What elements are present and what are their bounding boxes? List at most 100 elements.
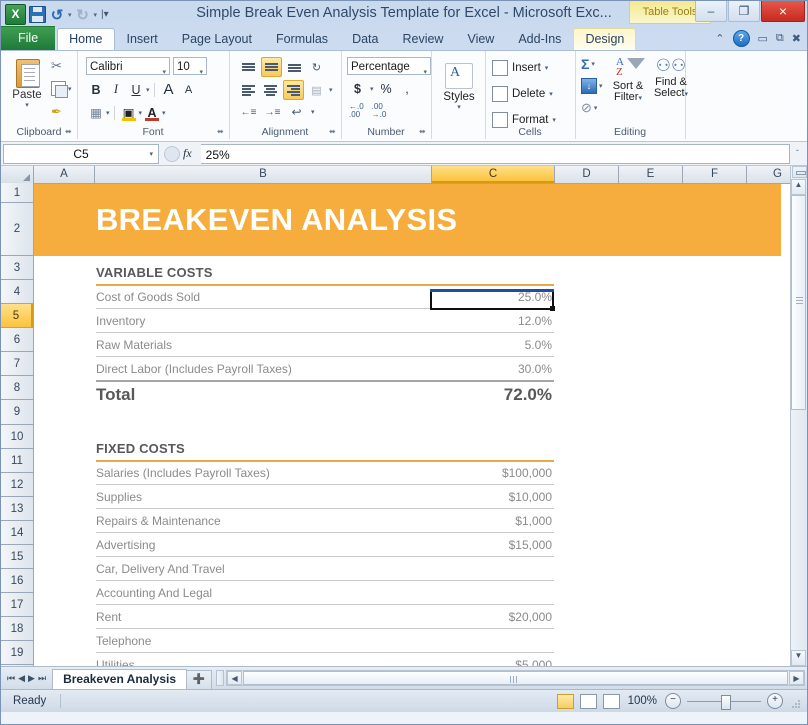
underline-button[interactable]: U xyxy=(126,80,146,99)
column-header-e[interactable]: E xyxy=(619,166,683,183)
grow-font-button[interactable]: A xyxy=(159,80,179,99)
row-header-1[interactable]: 1 xyxy=(1,183,33,203)
delete-caret-icon[interactable]: ▾ xyxy=(549,90,553,98)
expand-formula-bar-icon[interactable]: ˇ xyxy=(790,149,805,158)
minimize-ribbon-icon[interactable]: ⌃ xyxy=(715,32,724,45)
scroll-right-button[interactable]: ▶ xyxy=(789,671,804,685)
sort-filter-caret-icon[interactable]: ▾ xyxy=(638,95,642,102)
zoom-out-button[interactable]: − xyxy=(665,693,681,709)
decrease-indent-button[interactable]: ←≡ xyxy=(239,103,258,121)
minimize-button[interactable]: – xyxy=(695,1,727,22)
cell-label-utilities[interactable]: Utilities xyxy=(96,658,135,666)
cell-value-inventory[interactable]: 12.0% xyxy=(414,314,552,328)
cell-value-rent[interactable]: $20,000 xyxy=(414,610,552,624)
insert-caret-icon[interactable]: ▾ xyxy=(545,64,549,72)
page-layout-view-icon[interactable] xyxy=(580,694,597,709)
next-sheet-button[interactable]: ▶ xyxy=(28,673,35,684)
row-header-4[interactable]: 4 xyxy=(1,280,33,304)
autosum-icon[interactable]: Σ xyxy=(581,56,589,72)
styles-caret-icon[interactable]: ▾ xyxy=(439,103,479,111)
cell-label-advertising[interactable]: Advertising xyxy=(96,538,155,552)
font-name-input[interactable]: Calibri ▾ xyxy=(86,57,170,75)
select-all-corner[interactable] xyxy=(1,166,34,183)
format-caret-icon[interactable]: ▾ xyxy=(552,116,556,124)
clipboard-dialog-launcher[interactable]: ⬌ xyxy=(65,127,74,136)
zoom-slider[interactable] xyxy=(687,701,761,702)
accounting-caret-icon[interactable]: ▾ xyxy=(370,85,374,93)
column-header-d[interactable]: D xyxy=(555,166,619,183)
row-header-9[interactable]: 9 xyxy=(1,400,33,425)
cell-label-rent[interactable]: Rent xyxy=(96,610,121,624)
insert-function-icon[interactable]: fx xyxy=(183,146,196,161)
cell-label-raw-materials[interactable]: Raw Materials xyxy=(96,338,172,352)
resize-grip-icon[interactable] xyxy=(791,696,801,706)
merge-caret-icon[interactable]: ▾ xyxy=(329,86,333,94)
row-header-5[interactable]: 5 xyxy=(1,304,33,328)
wrap-text-button[interactable]: ↩ xyxy=(287,103,306,121)
cell-label-direct-labor[interactable]: Direct Labor (Includes Payroll Taxes) xyxy=(96,362,292,376)
zoom-level[interactable]: 100% xyxy=(626,695,659,707)
vertical-split-handle[interactable] xyxy=(792,166,807,178)
cell-label-repairs[interactable]: Repairs & Maintenance xyxy=(96,514,221,528)
tab-page-layout[interactable]: Page Layout xyxy=(170,28,264,50)
vertical-scroll-thumb[interactable] xyxy=(791,195,806,410)
column-header-a[interactable]: A xyxy=(34,166,95,183)
paste-caret-icon[interactable]: ▾ xyxy=(5,101,49,109)
row-header-14[interactable]: 14 xyxy=(1,521,33,545)
number-format-caret-icon[interactable]: ▾ xyxy=(423,64,427,82)
clear-caret-icon[interactable]: ▾ xyxy=(594,104,598,112)
tab-home[interactable]: Home xyxy=(57,28,114,50)
formula-input[interactable]: 25% xyxy=(201,144,790,164)
tab-add-ins[interactable]: Add-Ins xyxy=(506,28,573,50)
delete-cells-button[interactable]: Delete ▾ xyxy=(492,84,553,103)
cell-value-repairs[interactable]: $1,000 xyxy=(414,514,552,528)
last-sheet-button[interactable]: ⏭ xyxy=(38,673,46,684)
fill-handle[interactable] xyxy=(550,306,555,311)
cell-label-salaries[interactable]: Salaries (Includes Payroll Taxes) xyxy=(96,466,270,480)
row-header-15[interactable]: 15 xyxy=(1,545,33,569)
restore-window-icon[interactable]: ⧉ xyxy=(776,32,784,45)
underline-caret-icon[interactable]: ▾ xyxy=(146,86,150,94)
shrink-font-button[interactable]: A xyxy=(179,80,199,99)
cut-icon[interactable]: ✂ xyxy=(51,58,62,74)
zoom-slider-thumb[interactable] xyxy=(721,695,731,710)
tab-design[interactable]: Design xyxy=(573,28,636,50)
restore-down-icon[interactable]: ▭ xyxy=(758,32,768,45)
scroll-down-button[interactable]: ▼ xyxy=(791,650,806,666)
increase-indent-button[interactable]: →≡ xyxy=(263,103,282,121)
first-sheet-button[interactable]: ⏮ xyxy=(7,673,15,684)
find-and-select-button[interactable]: ⚇⚇ Find & Select▾ xyxy=(649,56,693,100)
row-header-2[interactable]: 2 xyxy=(1,203,33,256)
decrease-decimal-button[interactable]: .00→.0 xyxy=(372,103,387,119)
row-header-13[interactable]: 13 xyxy=(1,497,33,521)
cell-value-variable-total[interactable]: 72.0% xyxy=(394,385,552,405)
tab-insert[interactable]: Insert xyxy=(115,28,170,50)
cell-label-variable-total[interactable]: Total xyxy=(96,385,135,405)
cell-value-raw-materials[interactable]: 5.0% xyxy=(414,338,552,352)
row-header-18[interactable]: 18 xyxy=(1,617,33,641)
scroll-left-button[interactable]: ◀ xyxy=(227,671,242,685)
tab-file[interactable]: File xyxy=(1,26,55,50)
cell-value-salaries[interactable]: $100,000 xyxy=(414,466,552,480)
maximize-button[interactable]: ❐ xyxy=(728,1,760,22)
row-header-11[interactable]: 11 xyxy=(1,449,33,473)
help-icon[interactable]: ? xyxy=(733,30,750,47)
row-header-19[interactable]: 19 xyxy=(1,641,33,665)
cell-value-direct-labor[interactable]: 30.0% xyxy=(414,362,552,376)
borders-caret-icon[interactable]: ▾ xyxy=(106,109,110,117)
increase-decimal-button[interactable]: ←.0.00 xyxy=(349,103,364,119)
tab-review[interactable]: Review xyxy=(390,28,455,50)
bold-button[interactable]: B xyxy=(86,80,106,99)
paste-label[interactable]: Paste xyxy=(5,89,49,101)
tab-view[interactable]: View xyxy=(455,28,506,50)
tab-data[interactable]: Data xyxy=(340,28,390,50)
column-header-b[interactable]: B xyxy=(95,166,432,183)
orientation-button[interactable]: ↻ xyxy=(307,58,326,76)
sheet-tab-breakeven-analysis[interactable]: Breakeven Analysis xyxy=(52,669,187,689)
cell-label-accounting-legal[interactable]: Accounting And Legal xyxy=(96,586,212,600)
name-box[interactable]: C5 ▾ xyxy=(3,144,159,164)
font-color-caret-icon[interactable]: ▾ xyxy=(162,109,166,117)
page-break-preview-icon[interactable] xyxy=(603,694,620,709)
cell-label-supplies[interactable]: Supplies xyxy=(96,490,142,504)
close-workbook-icon[interactable]: ✖ xyxy=(792,32,801,45)
